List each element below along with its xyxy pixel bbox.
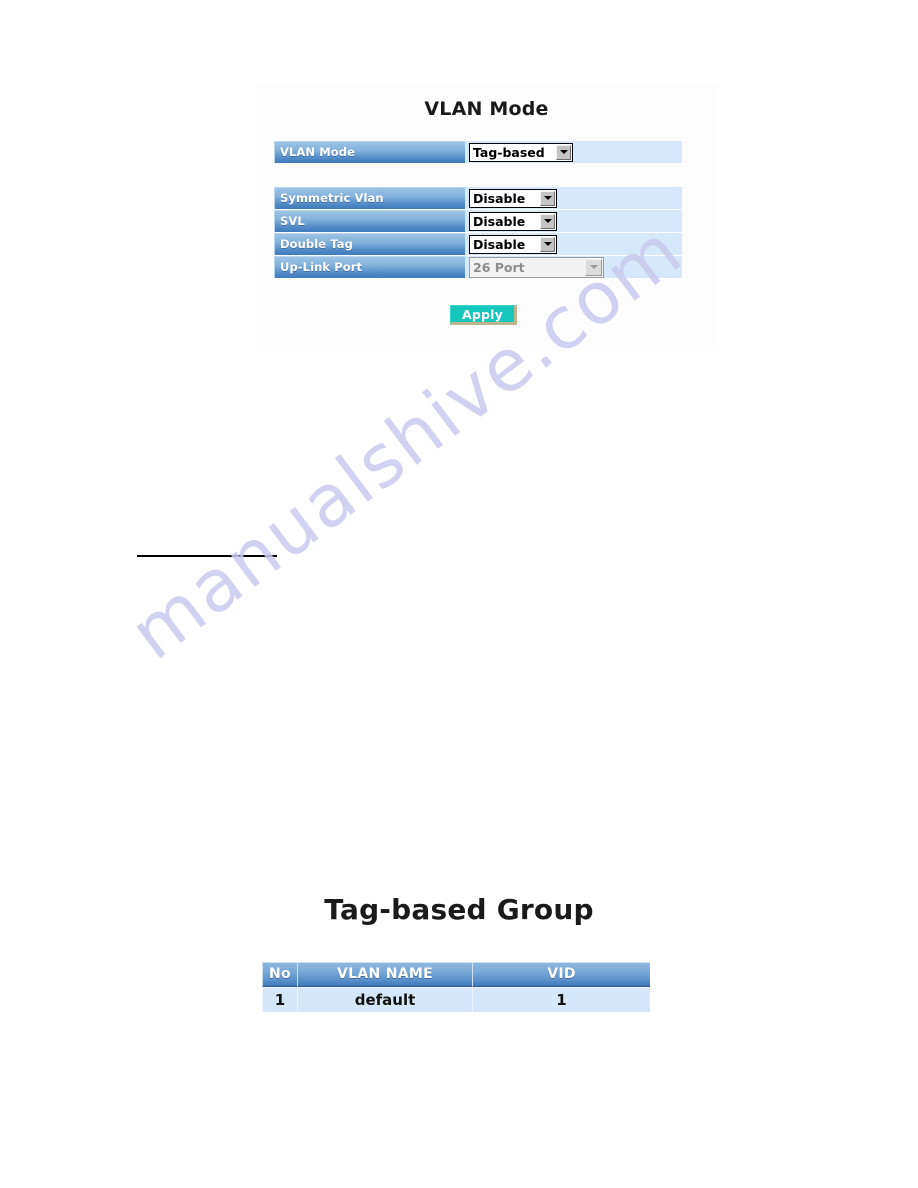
- vlan-mode-secondary-group: Symmetric Vlan Disable SVL Disable Doubl…: [274, 187, 682, 278]
- row-up-link-port: Up-Link Port 26 Port: [274, 256, 682, 278]
- apply-button[interactable]: Apply: [450, 305, 517, 325]
- symmetric-vlan-select-value: Disable: [473, 190, 526, 206]
- row-field-svl: Disable: [465, 210, 682, 232]
- cell-no: 1: [262, 987, 297, 1012]
- chevron-down-icon[interactable]: [540, 190, 555, 206]
- chevron-down-icon[interactable]: [540, 236, 555, 252]
- cell-vlan-name: default: [297, 987, 472, 1012]
- svl-select-value: Disable: [473, 213, 526, 229]
- row-svl: SVL Disable: [274, 210, 682, 232]
- row-field-symmetric-vlan: Disable: [465, 187, 682, 209]
- up-link-port-select: 26 Port: [469, 256, 604, 278]
- vlan-mode-screenshot-panel: VLAN Mode VLAN Mode Tag-based Symmetric …: [255, 83, 718, 351]
- vlan-mode-primary-group: VLAN Mode Tag-based: [274, 141, 682, 163]
- row-double-tag: Double Tag Disable: [274, 233, 682, 255]
- tag-based-group-table: No VLAN NAME VID 1 default 1: [262, 962, 650, 1012]
- table-row[interactable]: 1 default 1: [262, 987, 650, 1012]
- vlan-mode-page-title: VLAN Mode: [424, 98, 549, 120]
- row-field-double-tag: Disable: [465, 233, 682, 255]
- row-vlan-mode: VLAN Mode Tag-based: [274, 141, 682, 163]
- symmetric-vlan-select[interactable]: Disable: [469, 188, 557, 208]
- section-divider: [137, 555, 277, 557]
- chevron-down-icon: [585, 258, 602, 276]
- double-tag-select[interactable]: Disable: [469, 234, 557, 254]
- row-label-symmetric-vlan: Symmetric Vlan: [274, 187, 465, 209]
- row-label-vlan-mode: VLAN Mode: [274, 141, 465, 163]
- row-symmetric-vlan: Symmetric Vlan Disable: [274, 187, 682, 209]
- column-header-vlan-name: VLAN NAME: [297, 962, 472, 987]
- chevron-down-icon[interactable]: [540, 213, 555, 229]
- chevron-down-icon[interactable]: [556, 144, 571, 160]
- cell-vid: 1: [472, 987, 650, 1012]
- svl-select[interactable]: Disable: [469, 211, 557, 231]
- tag-based-group-title: Tag-based Group: [324, 893, 594, 926]
- up-link-port-select-value: 26 Port: [473, 259, 525, 275]
- table-header-row: No VLAN NAME VID: [262, 962, 650, 987]
- row-label-up-link-port: Up-Link Port: [274, 256, 465, 278]
- column-header-no: No: [262, 962, 297, 987]
- double-tag-select-value: Disable: [473, 236, 526, 252]
- row-field-vlan-mode: Tag-based: [465, 141, 682, 163]
- row-label-svl: SVL: [274, 210, 465, 232]
- column-header-vid: VID: [472, 962, 650, 987]
- vlan-mode-select-value: Tag-based: [473, 144, 545, 160]
- row-label-double-tag: Double Tag: [274, 233, 465, 255]
- vlan-mode-select[interactable]: Tag-based: [469, 142, 573, 162]
- row-field-up-link-port: 26 Port: [465, 256, 682, 278]
